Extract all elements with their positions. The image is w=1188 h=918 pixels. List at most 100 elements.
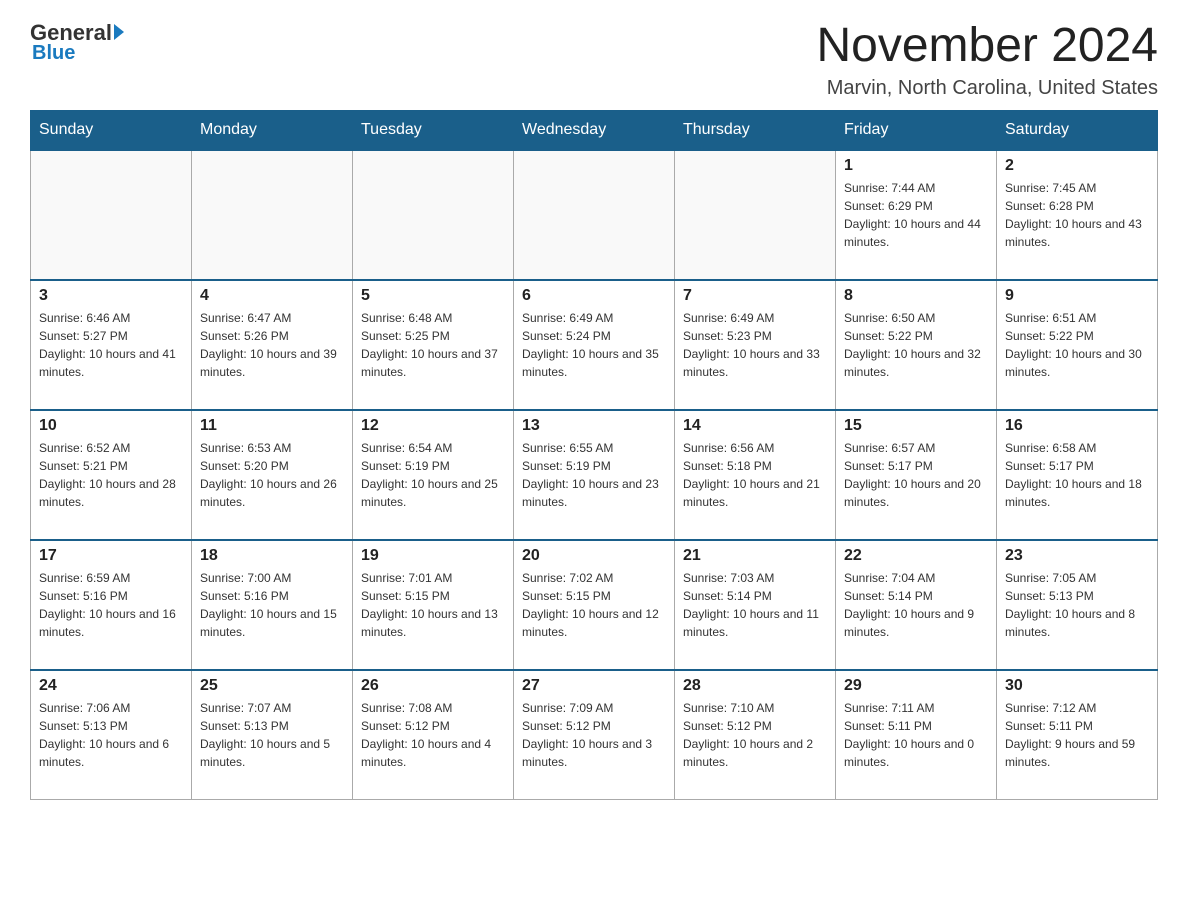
day-info: Sunrise: 6:47 AMSunset: 5:26 PMDaylight:… bbox=[200, 309, 344, 381]
logo-arrow-icon bbox=[114, 24, 124, 40]
day-info: Sunrise: 7:07 AMSunset: 5:13 PMDaylight:… bbox=[200, 699, 344, 771]
calendar-cell: 7 Sunrise: 6:49 AMSunset: 5:23 PMDaylight… bbox=[675, 280, 836, 410]
calendar-cell: 19 Sunrise: 7:01 AMSunset: 5:15 PMDayligh… bbox=[353, 540, 514, 670]
subtitle: Marvin, North Carolina, United States bbox=[816, 77, 1158, 100]
calendar-cell: 29 Sunrise: 7:11 AMSunset: 5:11 PMDayligh… bbox=[836, 670, 997, 800]
day-info: Sunrise: 6:49 AMSunset: 5:23 PMDaylight:… bbox=[683, 309, 827, 381]
calendar-cell: 2 Sunrise: 7:45 AMSunset: 6:28 PMDaylight… bbox=[997, 150, 1158, 280]
day-number: 5 bbox=[361, 287, 505, 305]
day-number: 8 bbox=[844, 287, 988, 305]
day-number: 27 bbox=[522, 677, 666, 695]
day-number: 28 bbox=[683, 677, 827, 695]
day-number: 15 bbox=[844, 417, 988, 435]
day-info: Sunrise: 7:03 AMSunset: 5:14 PMDaylight:… bbox=[683, 569, 827, 641]
calendar-cell: 14 Sunrise: 6:56 AMSunset: 5:18 PMDayligh… bbox=[675, 410, 836, 540]
calendar-cell: 8 Sunrise: 6:50 AMSunset: 5:22 PMDaylight… bbox=[836, 280, 997, 410]
calendar-cell: 1 Sunrise: 7:44 AMSunset: 6:29 PMDaylight… bbox=[836, 150, 997, 280]
day-number: 10 bbox=[39, 417, 183, 435]
calendar-week-4: 17Sunrise: 6:59 AMSunset: 5:16 PMDayligh… bbox=[31, 540, 1158, 670]
calendar-cell: 30 Sunrise: 7:12 AMSunset: 5:11 PMDayligh… bbox=[997, 670, 1158, 800]
calendar-cell: 4 Sunrise: 6:47 AMSunset: 5:26 PMDaylight… bbox=[192, 280, 353, 410]
day-number: 12 bbox=[361, 417, 505, 435]
calendar-cell: 22 Sunrise: 7:04 AMSunset: 5:14 PMDayligh… bbox=[836, 540, 997, 670]
day-info: Sunrise: 6:53 AMSunset: 5:20 PMDaylight:… bbox=[200, 439, 344, 511]
day-number: 21 bbox=[683, 547, 827, 565]
day-number: 14 bbox=[683, 417, 827, 435]
calendar-cell: 13 Sunrise: 6:55 AMSunset: 5:19 PMDayligh… bbox=[514, 410, 675, 540]
day-number: 29 bbox=[844, 677, 988, 695]
day-info: Sunrise: 7:04 AMSunset: 5:14 PMDaylight:… bbox=[844, 569, 988, 641]
day-number: 20 bbox=[522, 547, 666, 565]
day-number: 19 bbox=[361, 547, 505, 565]
calendar-cell: 6 Sunrise: 6:49 AMSunset: 5:24 PMDaylight… bbox=[514, 280, 675, 410]
calendar-cell: 28 Sunrise: 7:10 AMSunset: 5:12 PMDayligh… bbox=[675, 670, 836, 800]
day-info: Sunrise: 6:50 AMSunset: 5:22 PMDaylight:… bbox=[844, 309, 988, 381]
day-number: 23 bbox=[1005, 547, 1149, 565]
title-area: November 2024 Marvin, North Carolina, Un… bbox=[816, 20, 1158, 100]
day-number: 3 bbox=[39, 287, 183, 305]
calendar-cell: 27 Sunrise: 7:09 AMSunset: 5:12 PMDayligh… bbox=[514, 670, 675, 800]
calendar-cell: 26Sunrise: 7:08 AMSunset: 5:12 PMDayligh… bbox=[353, 670, 514, 800]
calendar-header-tuesday: Tuesday bbox=[353, 110, 514, 150]
day-info: Sunrise: 6:48 AMSunset: 5:25 PMDaylight:… bbox=[361, 309, 505, 381]
calendar-header-saturday: Saturday bbox=[997, 110, 1158, 150]
calendar-week-3: 10Sunrise: 6:52 AMSunset: 5:21 PMDayligh… bbox=[31, 410, 1158, 540]
calendar-cell: 20 Sunrise: 7:02 AMSunset: 5:15 PMDayligh… bbox=[514, 540, 675, 670]
day-info: Sunrise: 6:51 AMSunset: 5:22 PMDaylight:… bbox=[1005, 309, 1149, 381]
calendar-cell: 21 Sunrise: 7:03 AMSunset: 5:14 PMDayligh… bbox=[675, 540, 836, 670]
calendar-cell: 23 Sunrise: 7:05 AMSunset: 5:13 PMDayligh… bbox=[997, 540, 1158, 670]
calendar-header-wednesday: Wednesday bbox=[514, 110, 675, 150]
day-number: 9 bbox=[1005, 287, 1149, 305]
day-number: 1 bbox=[844, 157, 988, 175]
calendar-header-monday: Monday bbox=[192, 110, 353, 150]
day-info: Sunrise: 7:12 AMSunset: 5:11 PMDaylight:… bbox=[1005, 699, 1149, 771]
day-info: Sunrise: 7:45 AMSunset: 6:28 PMDaylight:… bbox=[1005, 179, 1149, 251]
calendar-header-friday: Friday bbox=[836, 110, 997, 150]
calendar-cell bbox=[31, 150, 192, 280]
day-info: Sunrise: 7:06 AMSunset: 5:13 PMDaylight:… bbox=[39, 699, 183, 771]
day-info: Sunrise: 7:10 AMSunset: 5:12 PMDaylight:… bbox=[683, 699, 827, 771]
day-number: 30 bbox=[1005, 677, 1149, 695]
day-info: Sunrise: 6:59 AMSunset: 5:16 PMDaylight:… bbox=[39, 569, 183, 641]
day-info: Sunrise: 6:55 AMSunset: 5:19 PMDaylight:… bbox=[522, 439, 666, 511]
page-title: November 2024 bbox=[816, 20, 1158, 73]
day-info: Sunrise: 6:46 AMSunset: 5:27 PMDaylight:… bbox=[39, 309, 183, 381]
calendar-cell: 24 Sunrise: 7:06 AMSunset: 5:13 PMDayligh… bbox=[31, 670, 192, 800]
calendar-header-row: SundayMondayTuesdayWednesdayThursdayFrid… bbox=[31, 110, 1158, 150]
day-info: Sunrise: 7:01 AMSunset: 5:15 PMDaylight:… bbox=[361, 569, 505, 641]
logo: General Blue bbox=[30, 20, 124, 65]
day-number: 2 bbox=[1005, 157, 1149, 175]
calendar-header-sunday: Sunday bbox=[31, 110, 192, 150]
day-info: Sunrise: 7:09 AMSunset: 5:12 PMDaylight:… bbox=[522, 699, 666, 771]
calendar-cell: 16Sunrise: 6:58 AMSunset: 5:17 PMDayligh… bbox=[997, 410, 1158, 540]
calendar-cell bbox=[675, 150, 836, 280]
calendar-cell: 18 Sunrise: 7:00 AMSunset: 5:16 PMDayligh… bbox=[192, 540, 353, 670]
logo-blue: Blue bbox=[32, 42, 75, 65]
day-number: 18 bbox=[200, 547, 344, 565]
day-number: 24 bbox=[39, 677, 183, 695]
day-info: Sunrise: 7:08 AMSunset: 5:12 PMDaylight:… bbox=[361, 699, 505, 771]
calendar-week-1: 1 Sunrise: 7:44 AMSunset: 6:29 PMDaylight… bbox=[31, 150, 1158, 280]
day-info: Sunrise: 7:44 AMSunset: 6:29 PMDaylight:… bbox=[844, 179, 988, 251]
day-number: 11 bbox=[200, 417, 344, 435]
calendar-table: SundayMondayTuesdayWednesdayThursdayFrid… bbox=[30, 110, 1158, 801]
day-info: Sunrise: 7:11 AMSunset: 5:11 PMDaylight:… bbox=[844, 699, 988, 771]
calendar-header-thursday: Thursday bbox=[675, 110, 836, 150]
day-number: 6 bbox=[522, 287, 666, 305]
day-number: 4 bbox=[200, 287, 344, 305]
day-info: Sunrise: 7:02 AMSunset: 5:15 PMDaylight:… bbox=[522, 569, 666, 641]
calendar-week-5: 24 Sunrise: 7:06 AMSunset: 5:13 PMDayligh… bbox=[31, 670, 1158, 800]
calendar-cell: 15Sunrise: 6:57 AMSunset: 5:17 PMDayligh… bbox=[836, 410, 997, 540]
day-info: Sunrise: 6:56 AMSunset: 5:18 PMDaylight:… bbox=[683, 439, 827, 511]
calendar-cell: 3 Sunrise: 6:46 AMSunset: 5:27 PMDaylight… bbox=[31, 280, 192, 410]
day-number: 25 bbox=[200, 677, 344, 695]
day-number: 7 bbox=[683, 287, 827, 305]
day-info: Sunrise: 7:00 AMSunset: 5:16 PMDaylight:… bbox=[200, 569, 344, 641]
calendar-cell bbox=[192, 150, 353, 280]
day-number: 22 bbox=[844, 547, 988, 565]
day-info: Sunrise: 6:54 AMSunset: 5:19 PMDaylight:… bbox=[361, 439, 505, 511]
day-info: Sunrise: 7:05 AMSunset: 5:13 PMDaylight:… bbox=[1005, 569, 1149, 641]
calendar-cell: 25 Sunrise: 7:07 AMSunset: 5:13 PMDayligh… bbox=[192, 670, 353, 800]
day-info: Sunrise: 6:49 AMSunset: 5:24 PMDaylight:… bbox=[522, 309, 666, 381]
day-number: 13 bbox=[522, 417, 666, 435]
